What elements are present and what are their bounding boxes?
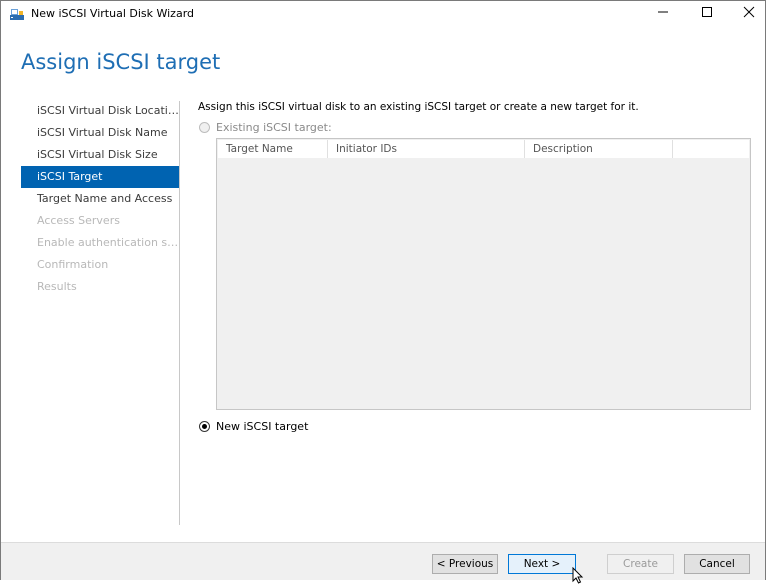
maximize-icon (701, 6, 713, 21)
column-header-target-name[interactable]: Target Name (218, 140, 328, 158)
new-target-option[interactable]: New iSCSI target (199, 420, 308, 433)
minimize-icon (657, 6, 669, 21)
intro-text: Assign this iSCSI virtual disk to an exi… (198, 101, 639, 113)
existing-target-option: Existing iSCSI target: (199, 121, 332, 134)
existing-target-label: Existing iSCSI target: (216, 121, 332, 134)
close-icon (743, 6, 755, 21)
list-header: Target Name Initiator IDs Description (218, 140, 749, 158)
window-title: New iSCSI Virtual Disk Wizard (31, 7, 195, 20)
nav-step-access-servers: Access Servers (37, 214, 120, 227)
column-header-description[interactable]: Description (525, 140, 673, 158)
nav-step-disk-size[interactable]: iSCSI Virtual Disk Size (21, 144, 179, 166)
column-header-filler (673, 140, 749, 158)
nav-step-disk-location[interactable]: iSCSI Virtual Disk Location (21, 100, 179, 122)
nav-step-results: Results (37, 280, 77, 293)
maximize-button[interactable] (687, 1, 727, 25)
close-button[interactable] (729, 1, 768, 25)
existing-targets-list[interactable]: Target Name Initiator IDs Description (216, 138, 751, 410)
wizard-window: New iSCSI Virtual Disk Wizard Assign iSC… (0, 0, 766, 580)
new-target-radio[interactable] (199, 421, 210, 432)
bottom-strip (0, 580, 768, 584)
previous-button[interactable]: < Previous (432, 554, 498, 574)
existing-target-radio (199, 122, 210, 133)
nav-step-iscsi-target[interactable]: iSCSI Target (21, 166, 179, 188)
wizard-steps-nav: iSCSI Virtual Disk Location iSCSI Virtua… (21, 100, 179, 298)
iscsi-wizard-icon (9, 6, 25, 22)
mouse-cursor-icon (572, 566, 586, 584)
create-button: Create (607, 554, 674, 574)
column-header-initiator-ids[interactable]: Initiator IDs (328, 140, 525, 158)
new-target-label[interactable]: New iSCSI target (216, 420, 308, 433)
nav-step-target-name-access[interactable]: Target Name and Access (21, 188, 179, 210)
nav-step-enable-authentication: Enable authentication ser... (37, 236, 179, 249)
nav-divider (179, 101, 180, 525)
minimize-button[interactable] (643, 1, 683, 25)
page-title: Assign iSCSI target (21, 50, 221, 74)
cancel-button[interactable]: Cancel (684, 554, 750, 574)
title-bar: New iSCSI Virtual Disk Wizard (1, 1, 765, 27)
next-button[interactable]: Next > (508, 554, 576, 574)
nav-step-disk-name[interactable]: iSCSI Virtual Disk Name (21, 122, 179, 144)
nav-step-confirmation: Confirmation (37, 258, 109, 271)
